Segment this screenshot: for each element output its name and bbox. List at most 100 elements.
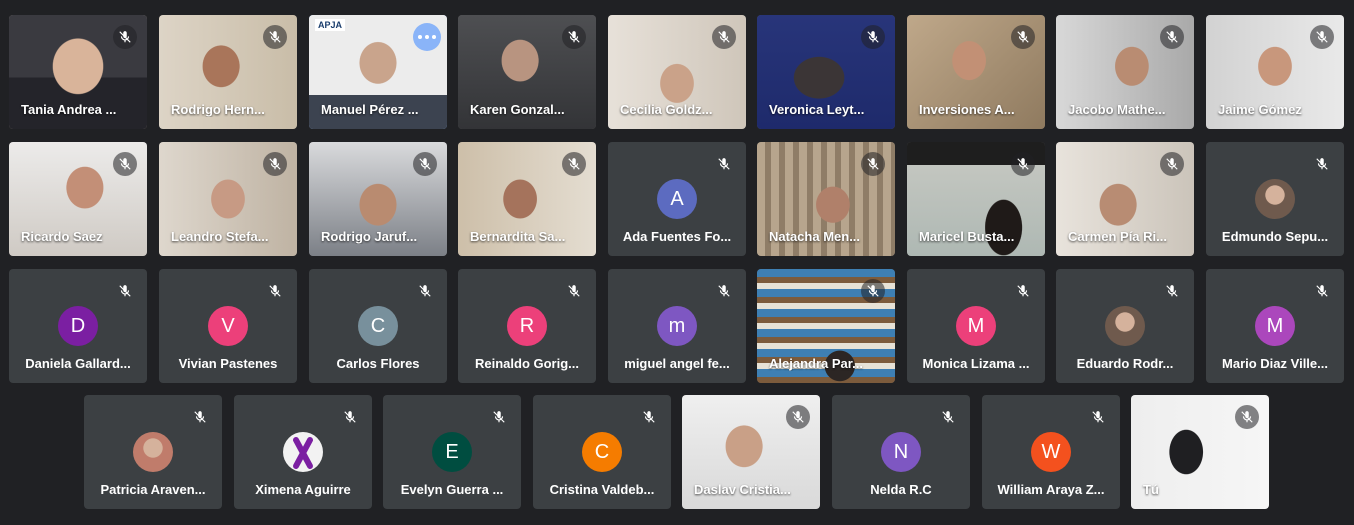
- participant-tile[interactable]: C Carlos Flores: [309, 269, 447, 383]
- mic-off-icon: [487, 405, 511, 429]
- participant-name: Bernardita Sa...: [470, 229, 566, 244]
- mic-off-icon: [338, 405, 362, 429]
- mic-off-icon: [861, 279, 885, 303]
- mic-off-icon: [413, 279, 437, 303]
- participant-name: Carmen Pía Ri...: [1068, 229, 1167, 244]
- participant-name: Jaime Gómez: [1218, 102, 1302, 117]
- mic-off-icon: [188, 405, 212, 429]
- mic-off-icon: [861, 25, 885, 49]
- mic-off-icon: [562, 152, 586, 176]
- avatar: [1255, 179, 1295, 219]
- avatar: [1105, 306, 1145, 346]
- participant-tile[interactable]: Edmundo Sepu...: [1206, 142, 1344, 256]
- participant-tile[interactable]: M Monica Lizama ...: [907, 269, 1045, 383]
- participant-tile[interactable]: Rodrigo Hern...: [159, 15, 297, 129]
- participant-tile[interactable]: V Vivian Pastenes: [159, 269, 297, 383]
- participant-tile[interactable]: Jaime Gómez: [1206, 15, 1344, 129]
- participant-name: Alejandra Par...: [769, 356, 863, 371]
- mic-off-icon: [562, 279, 586, 303]
- logo-badge: APJA: [315, 19, 346, 31]
- participant-tile[interactable]: M Mario Diaz Ville...: [1206, 269, 1344, 383]
- avatar: M: [956, 306, 996, 346]
- participant-name: Daslav Cristia...: [694, 482, 791, 497]
- mic-off-icon: [1310, 279, 1334, 303]
- participant-name: Monica Lizama ...: [922, 356, 1030, 371]
- participant-tile[interactable]: D Daniela Gallard...: [9, 269, 147, 383]
- participant-tile[interactable]: Tania Andrea ...: [9, 15, 147, 129]
- participant-tile[interactable]: Leandro Stefa...: [159, 142, 297, 256]
- avatar: W: [1031, 432, 1071, 472]
- participant-tile[interactable]: APJA Manuel Pérez ...: [309, 15, 447, 129]
- mic-off-icon: [637, 405, 661, 429]
- mic-off-icon: [413, 152, 437, 176]
- participant-tile[interactable]: Carmen Pía Ri...: [1056, 142, 1194, 256]
- mic-off-icon: [1310, 152, 1334, 176]
- participant-tile[interactable]: Cecilia Goldz...: [608, 15, 746, 129]
- participant-tile[interactable]: Rodrigo Jaruf...: [309, 142, 447, 256]
- participant-name: Edmundo Sepu...: [1221, 229, 1329, 244]
- mic-off-icon: [861, 152, 885, 176]
- participant-name: Leandro Stefa...: [171, 229, 269, 244]
- mic-off-icon: [712, 152, 736, 176]
- participant-tile[interactable]: Daslav Cristia...: [682, 395, 820, 509]
- participant-tile[interactable]: C Cristina Valdeb...: [533, 395, 671, 509]
- participant-tile[interactable]: Alejandra Par...: [757, 269, 895, 383]
- avatar: m: [657, 306, 697, 346]
- mic-off-icon: [1011, 152, 1035, 176]
- mic-off-icon: [1160, 25, 1184, 49]
- participant-tile[interactable]: Ximena Aguirre: [234, 395, 372, 509]
- mic-off-icon: [1235, 405, 1259, 429]
- participant-tile[interactable]: E Evelyn Guerra ...: [383, 395, 521, 509]
- participant-tile[interactable]: Eduardo Rodr...: [1056, 269, 1194, 383]
- participant-tile[interactable]: Bernardita Sa...: [458, 142, 596, 256]
- participant-tile[interactable]: R Reinaldo Gorig...: [458, 269, 596, 383]
- mic-off-icon: [1310, 25, 1334, 49]
- participant-name: Tania Andrea ...: [21, 102, 117, 117]
- participant-tile[interactable]: Jacobo Mathe...: [1056, 15, 1194, 129]
- participant-name: Ximena Aguirre: [255, 482, 351, 497]
- participant-name: Daniela Gallard...: [25, 356, 131, 371]
- avatar: D: [58, 306, 98, 346]
- participant-name: Maricel Busta...: [919, 229, 1015, 244]
- participant-name: Jacobo Mathe...: [1068, 102, 1166, 117]
- more-options-icon[interactable]: [413, 23, 441, 51]
- participant-tile[interactable]: m miguel angel fe...: [608, 269, 746, 383]
- participant-tile[interactable]: W William Araya Z...: [982, 395, 1120, 509]
- participant-name: Cecilia Goldz...: [620, 102, 713, 117]
- participant-name: Ada Fuentes Fo...: [622, 229, 732, 244]
- participant-tile[interactable]: Natacha Men...: [757, 142, 895, 256]
- participant-tile[interactable]: Ricardo Saez: [9, 142, 147, 256]
- participant-name: Nelda R.C: [870, 482, 932, 497]
- participant-tile[interactable]: Inversiones A...: [907, 15, 1045, 129]
- participant-name: Ricardo Saez: [21, 229, 103, 244]
- participant-name: miguel angel fe...: [624, 356, 730, 371]
- participant-name: Tú: [1143, 482, 1159, 497]
- participant-name: Vivian Pastenes: [178, 356, 278, 371]
- mic-off-icon: [1011, 25, 1035, 49]
- avatar: N: [881, 432, 921, 472]
- mic-off-icon: [712, 25, 736, 49]
- participant-name: Cristina Valdeb...: [549, 482, 655, 497]
- participant-name: Rodrigo Hern...: [171, 102, 265, 117]
- participant-tile[interactable]: Veronica Leyt...: [757, 15, 895, 129]
- participant-tile[interactable]: Patricia Araven...: [84, 395, 222, 509]
- participant-tile[interactable]: A Ada Fuentes Fo...: [608, 142, 746, 256]
- avatar: R: [507, 306, 547, 346]
- mic-off-icon: [562, 25, 586, 49]
- participant-name: Carlos Flores: [336, 356, 420, 371]
- participant-tile[interactable]: N Nelda R.C: [832, 395, 970, 509]
- mic-off-icon: [263, 152, 287, 176]
- avatar: C: [582, 432, 622, 472]
- mic-off-icon: [1160, 279, 1184, 303]
- participant-tile[interactable]: Maricel Busta...: [907, 142, 1045, 256]
- avatar: M: [1255, 306, 1295, 346]
- participant-tile[interactable]: Tú: [1131, 395, 1269, 509]
- participant-name: Karen Gonzal...: [470, 102, 565, 117]
- participant-name: Inversiones A...: [919, 102, 1015, 117]
- participant-tile[interactable]: Karen Gonzal...: [458, 15, 596, 129]
- mic-off-icon: [786, 405, 810, 429]
- mic-off-icon: [113, 279, 137, 303]
- mic-off-icon: [936, 405, 960, 429]
- participant-name: Eduardo Rodr...: [1076, 356, 1174, 371]
- mic-off-icon: [1086, 405, 1110, 429]
